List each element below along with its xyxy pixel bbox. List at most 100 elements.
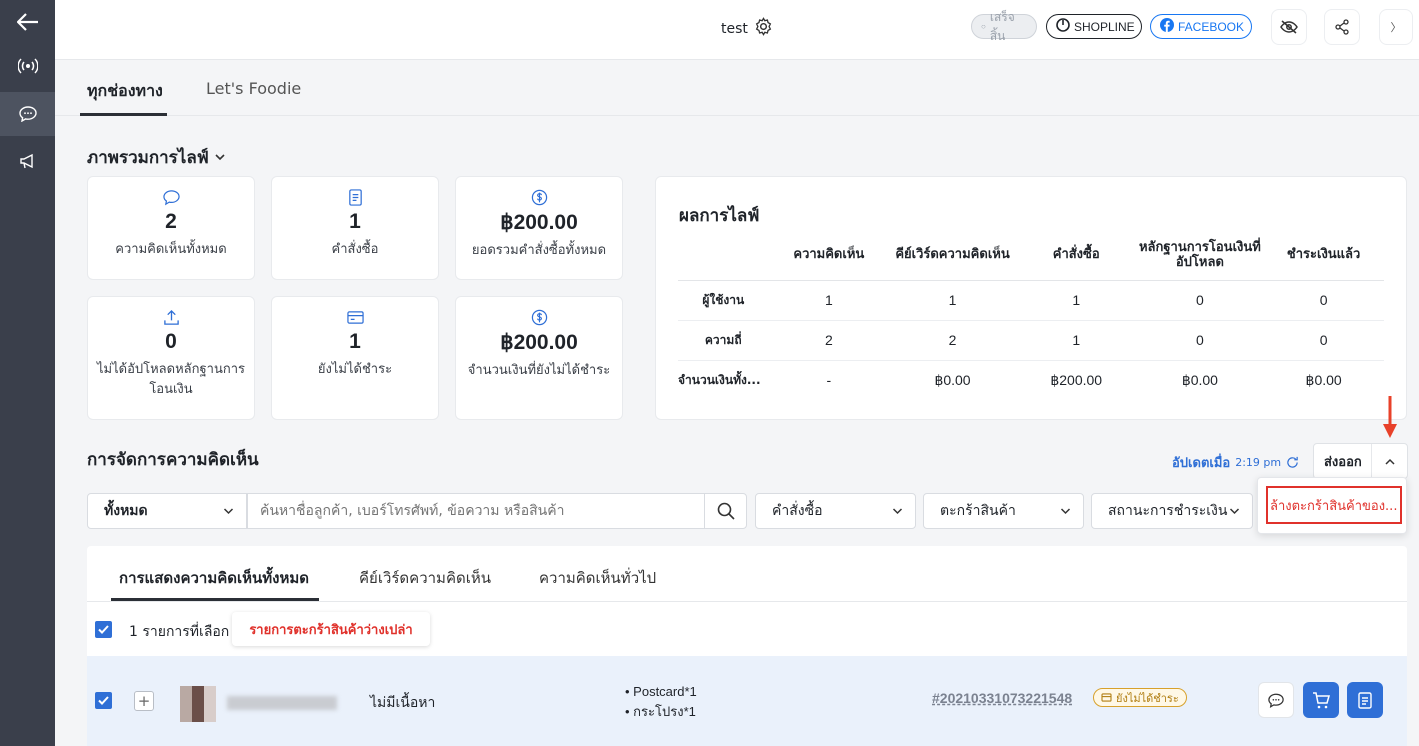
annotation-arrow-icon bbox=[1382, 396, 1398, 444]
status-pill: ○ เสร็จสิ้น bbox=[971, 10, 1037, 43]
create-order-button[interactable] bbox=[1347, 682, 1383, 718]
stat-card-orders: 1 คำสั่งซื้อ bbox=[271, 176, 439, 280]
overview-title[interactable]: ภาพรวมการไลฟ์ bbox=[87, 144, 225, 171]
avatar bbox=[180, 686, 216, 722]
comment-content: ไม่มีเนื้อหา bbox=[370, 695, 436, 711]
refresh-icon[interactable] bbox=[1286, 456, 1299, 469]
add-to-cart-button[interactable] bbox=[1303, 682, 1339, 718]
eye-off-icon bbox=[1280, 20, 1298, 34]
table-cell: 0 bbox=[1136, 320, 1264, 361]
table-row: ผู้ใช้งาน 1 1 1 0 0 bbox=[678, 280, 1384, 321]
chevron-down-icon bbox=[1060, 507, 1071, 514]
clear-cart-menu-item[interactable]: ล้างตะกร้าสินค้าของ... bbox=[1266, 486, 1402, 524]
table-cell: 0 bbox=[1263, 320, 1384, 361]
stat-value: ฿200.00 bbox=[500, 331, 578, 354]
shopline-pill[interactable]: SHOPLINE bbox=[1046, 14, 1142, 39]
export-label: ส่งออก bbox=[1324, 454, 1362, 470]
stat-label: ความคิดเห็นทั้งหมด bbox=[115, 242, 227, 257]
table-cell: 2 bbox=[768, 320, 890, 361]
comments-nav-icon[interactable] bbox=[0, 92, 55, 136]
collapse-panel-button[interactable]: 〉 bbox=[1379, 9, 1413, 45]
table-row-label: ความถี่ bbox=[678, 320, 769, 361]
tab-all-comments[interactable]: การแสดงความคิดเห็นทั้งหมด bbox=[119, 566, 309, 590]
shopline-logo-icon bbox=[1056, 18, 1070, 35]
comment-icon bbox=[162, 190, 180, 206]
order-id-link[interactable]: #20210331073221548 bbox=[932, 690, 1072, 706]
megaphone-icon[interactable] bbox=[0, 139, 55, 183]
stat-label: คำสั่งซื้อ bbox=[331, 242, 379, 257]
table-cell: ฿0.00 bbox=[1305, 371, 1342, 388]
live-title: test bbox=[721, 17, 773, 40]
cart-icon bbox=[1313, 691, 1330, 708]
search-button[interactable] bbox=[704, 494, 746, 528]
table-cell: 1 bbox=[889, 280, 1016, 321]
live-title-text: test bbox=[721, 20, 748, 37]
tab-lets-foodie[interactable]: Let's Foodie bbox=[206, 79, 301, 98]
reply-comment-button[interactable] bbox=[1258, 682, 1294, 718]
filter-order-select[interactable]: คำสั่งซื้อ bbox=[755, 493, 916, 529]
chevron-down-icon bbox=[1229, 507, 1240, 514]
table-cell: ฿200.00 bbox=[1050, 371, 1103, 388]
export-button[interactable]: ส่งออก bbox=[1313, 443, 1408, 479]
filter-cart-value: ตะกร้าสินค้า bbox=[940, 503, 1016, 519]
receipt-icon bbox=[1358, 691, 1372, 709]
comment-row: + ไม่มีเนื้อหา • Postcard*1 • กระโปรง*1 … bbox=[87, 656, 1407, 746]
filter-cart-select[interactable]: ตะกร้าสินค้า bbox=[923, 493, 1084, 529]
chevron-up-icon[interactable] bbox=[1371, 444, 1407, 478]
selected-count-text: 1 รายการที่เลือก bbox=[129, 624, 230, 640]
filter-all-select[interactable]: ทั้งหมด bbox=[87, 493, 247, 529]
tab-all-channels[interactable]: ทุกช่องทาง bbox=[87, 79, 163, 104]
expand-plus-icon[interactable]: + bbox=[134, 691, 154, 711]
facebook-logo-icon bbox=[1160, 18, 1174, 35]
search-icon bbox=[717, 502, 735, 520]
table-header: คีย์เวิร์ดความคิดเห็น bbox=[889, 230, 1016, 281]
stat-value: 1 bbox=[349, 210, 361, 233]
stat-card-unpaid-amount: ฿200.00 จำนวนเงินที่ยังไม่ได้ชำระ bbox=[455, 296, 623, 420]
tab-general-comments[interactable]: ความคิดเห็นทั่วไป bbox=[539, 566, 656, 590]
table-cell: 1 bbox=[1015, 320, 1137, 361]
hide-eye-button[interactable] bbox=[1271, 9, 1307, 45]
overview-title-text: ภาพรวมการไลฟ์ bbox=[87, 148, 209, 168]
tab-keyword-comments[interactable]: คีย์เวิร์ดความคิดเห็น bbox=[359, 566, 491, 590]
export-dropdown-menu: ล้างตะกร้าสินค้าของ... bbox=[1257, 477, 1407, 534]
status-pill-text: เสร็จสิ้น bbox=[989, 9, 1015, 43]
live-broadcast-icon[interactable] bbox=[0, 44, 55, 88]
search-input[interactable] bbox=[248, 494, 704, 528]
stat-label: ยังไม่ได้ชำระ bbox=[317, 362, 393, 377]
row-checkbox[interactable] bbox=[95, 692, 112, 709]
filter-all-value: ทั้งหมด bbox=[104, 503, 148, 519]
active-tab-underline bbox=[80, 113, 167, 116]
stat-value: 2 bbox=[165, 210, 177, 233]
table-header: ความคิดเห็น bbox=[768, 230, 890, 281]
share-button[interactable] bbox=[1324, 9, 1360, 45]
dollar-icon bbox=[531, 189, 547, 206]
updated-time: 2:19 pm bbox=[1235, 456, 1282, 469]
stat-label: ไม่ได้อัปโหลดหลักฐานการโอนเงิน bbox=[96, 362, 246, 397]
customer-name-blurred bbox=[227, 696, 337, 710]
chevron-down-icon bbox=[223, 507, 234, 514]
search-box bbox=[247, 493, 747, 529]
receipt-icon bbox=[348, 189, 362, 206]
stat-card-no-transfer-proof: 0 ไม่ได้อัปโหลดหลักฐานการโอนเงิน bbox=[87, 296, 255, 420]
settings-gear-icon[interactable] bbox=[754, 17, 773, 40]
channel-tabs: ทุกช่องทาง Let's Foodie bbox=[55, 61, 1419, 116]
filter-payment-select[interactable]: สถานะการชำระเงิน bbox=[1091, 493, 1253, 529]
updated-label: อัปเดตเมื่อ bbox=[1172, 456, 1231, 471]
table-cell: 1 bbox=[768, 280, 890, 321]
table-cell: 0 bbox=[1263, 280, 1384, 321]
upload-icon bbox=[163, 309, 179, 325]
stat-value: ฿200.00 bbox=[500, 211, 578, 234]
table-cell: 1 bbox=[1015, 280, 1137, 321]
stat-card-unpaid: 1 ยังไม่ได้ชำระ bbox=[271, 296, 439, 420]
filter-order-value: คำสั่งซื้อ bbox=[772, 503, 823, 519]
select-all-checkbox[interactable] bbox=[95, 621, 112, 638]
facebook-pill[interactable]: FACEBOOK bbox=[1150, 14, 1252, 39]
dollar-icon bbox=[531, 309, 547, 326]
back-arrow-icon[interactable] bbox=[0, 0, 55, 44]
chevron-down-icon bbox=[215, 154, 225, 161]
stat-label: ยอดรวมคำสั่งซื้อทั้งหมด bbox=[471, 243, 607, 258]
empty-cart-button[interactable]: รายการตะกร้าสินค้าว่างเปล่า bbox=[232, 612, 430, 646]
card-icon bbox=[346, 311, 364, 324]
stat-value: 1 bbox=[349, 330, 361, 353]
filter-payment-value: สถานะการชำระเงิน bbox=[1108, 503, 1228, 519]
